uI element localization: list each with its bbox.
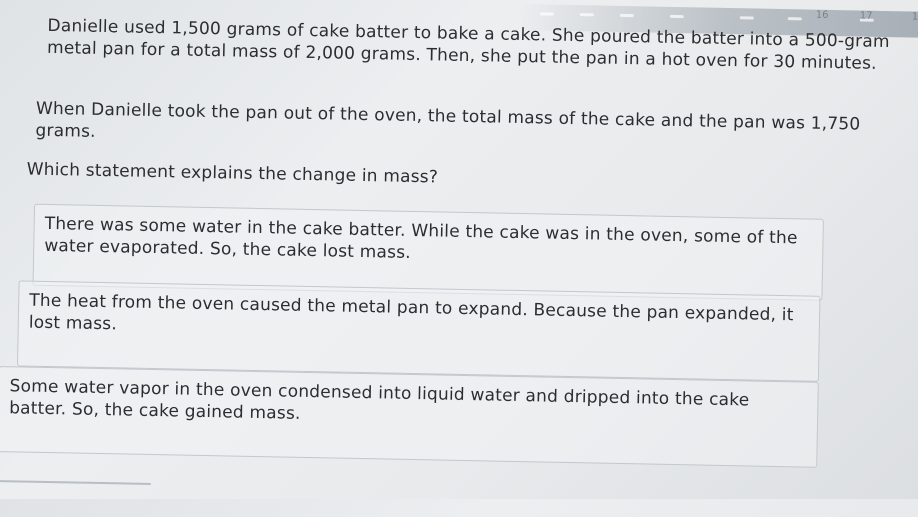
nav-tick[interactable]	[619, 13, 634, 18]
question-stem-paragraph-2: When Danielle took the pan out of the ov…	[35, 98, 861, 142]
page-number[interactable]: 17	[860, 11, 873, 22]
nav-tick[interactable]	[739, 16, 754, 20]
page-number[interactable]: 16	[816, 10, 829, 21]
question-prompt: Which statement explains the change in m…	[26, 159, 439, 188]
answer-choice-2[interactable]: The heat from the oven caused the metal …	[16, 280, 821, 382]
nav-tick[interactable]	[539, 12, 554, 16]
answer-choice-3[interactable]: Some water vapor in the oven condensed i…	[0, 366, 819, 468]
nav-tick[interactable]	[579, 13, 594, 17]
divider	[0, 479, 151, 485]
page-number[interactable]: 1	[912, 12, 918, 23]
nav-tick[interactable]	[669, 14, 684, 19]
nav-tick[interactable]	[787, 17, 802, 21]
question-page: 16 17 1 Danielle used 1,500 grams of cak…	[0, 0, 918, 517]
